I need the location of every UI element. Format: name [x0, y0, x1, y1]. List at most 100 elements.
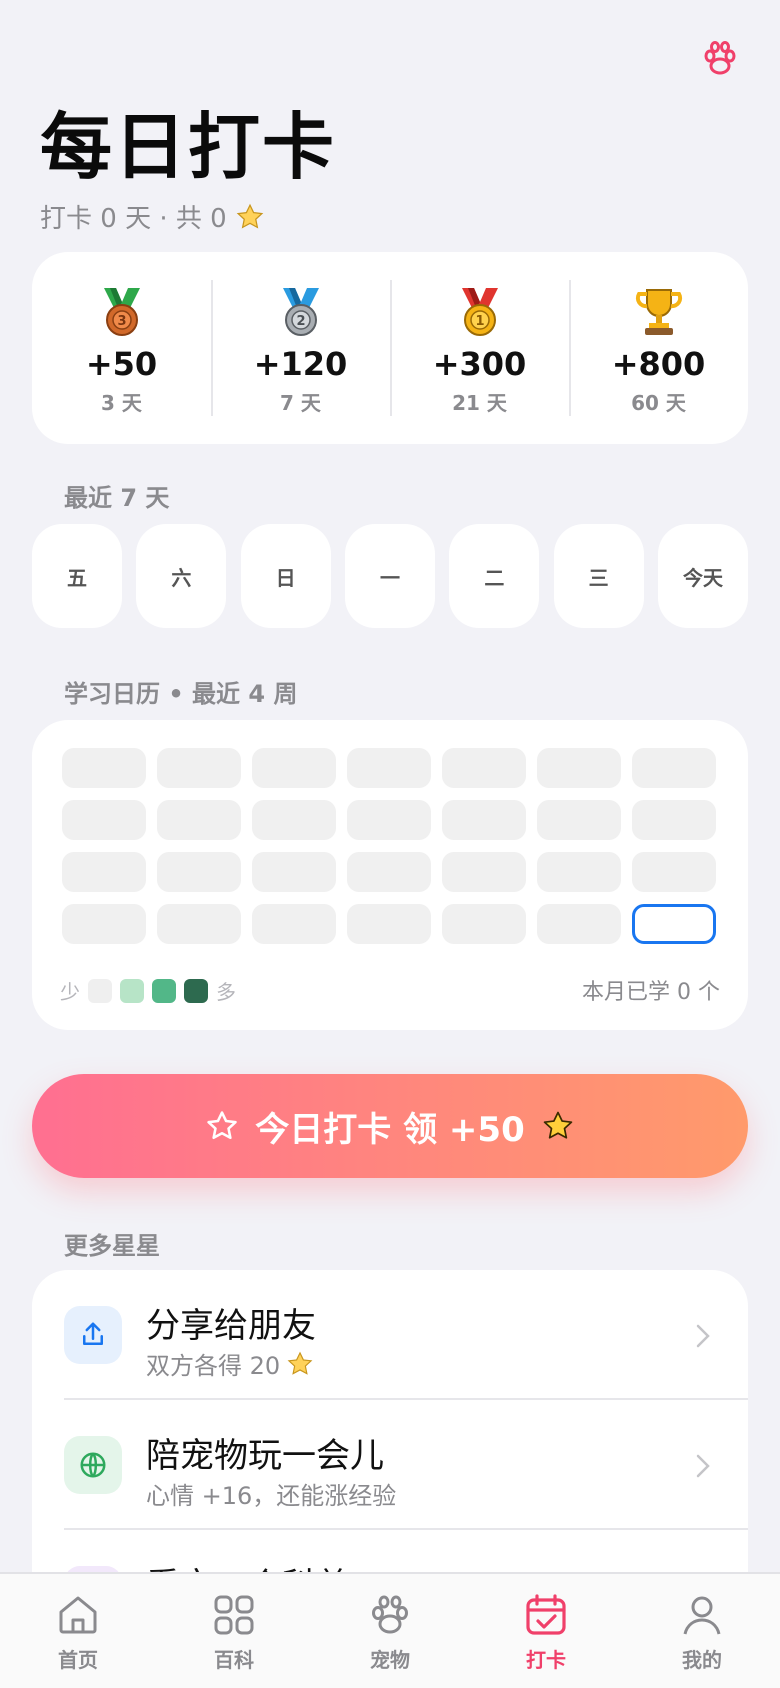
recent-days-label: 最近 7 天 [64, 484, 170, 512]
calendar-cell[interactable] [252, 852, 336, 892]
star-outline-icon [207, 1111, 237, 1140]
calendar-cell[interactable] [632, 852, 716, 892]
study-calendar-card: 少 多 本月已学 0 个 [32, 720, 748, 1030]
calendar-cell[interactable] [252, 800, 336, 840]
tab-label: 打卡 [526, 1648, 566, 1672]
legend-swatch [184, 978, 208, 1003]
list-item-subtitle-text: 双方各得 20 [146, 1352, 281, 1380]
calendar-cell[interactable] [62, 800, 146, 840]
day-chip[interactable]: 日 [240, 524, 331, 628]
reward-points: +800 [611, 345, 706, 383]
calendar-cell[interactable] [537, 852, 621, 892]
reward-points: +120 [253, 345, 348, 383]
reward-milestone: 2 +120 7 天 [211, 252, 390, 444]
calendar-cell[interactable] [62, 852, 146, 892]
calendar-cell[interactable] [442, 904, 526, 944]
reward-milestone: 1 +300 21 天 [390, 252, 569, 444]
calendar-cell[interactable] [347, 800, 431, 840]
legend-less: 少 [60, 980, 80, 1004]
list-item-subtitle: 双方各得 20 [146, 1346, 314, 1381]
month-count: 本月已学 0 个 [582, 980, 720, 1005]
page-title: 每日打卡 [40, 105, 337, 189]
calendar-cell[interactable] [442, 852, 526, 892]
more-stars-label: 更多星星 [64, 1232, 160, 1260]
streak-text: 打卡 0 天 · 共 0 [40, 204, 227, 234]
list-item-share[interactable]: 分享给朋友 双方各得 20 [32, 1270, 748, 1400]
reward-points: +50 [85, 345, 158, 383]
home-icon [59, 1596, 97, 1634]
globe-icon [64, 1436, 122, 1494]
reward-days: 3 天 [101, 390, 142, 415]
list-item-play-pet[interactable]: 陪宠物玩一会儿 心情 +16，还能涨经验 [32, 1400, 748, 1530]
day-chip[interactable]: 三 [553, 524, 644, 628]
tab-encyclopedia[interactable]: 百科 [156, 1574, 312, 1688]
day-chip[interactable]: 五 [32, 524, 122, 628]
day-chip[interactable]: 二 [449, 524, 540, 628]
calendar-cell-today[interactable] [632, 904, 716, 944]
calendar-cell[interactable] [537, 800, 621, 840]
paw-icon[interactable] [700, 38, 740, 78]
calendar-cell[interactable] [157, 748, 241, 788]
silver-medal-icon: 2 [282, 288, 319, 336]
star-icon [236, 203, 263, 229]
list-item-subtitle: 心情 +16，还能涨经验 [146, 1482, 397, 1510]
calendar-cell[interactable] [252, 748, 336, 788]
calendar-cell[interactable] [347, 748, 431, 788]
calendar-cell[interactable] [62, 904, 146, 944]
reward-milestone: 3 +50 3 天 [32, 252, 211, 444]
reward-points: +300 [432, 345, 527, 383]
reward-milestone: +800 60 天 [569, 252, 748, 444]
calendar-cell[interactable] [157, 800, 241, 840]
tab-me[interactable]: 我的 [624, 1574, 780, 1688]
calendar-legend: 少 多 [60, 976, 236, 1005]
streak-summary: 打卡 0 天 · 共 0 [40, 198, 265, 235]
milestone-rewards-card: 3 +50 3 天 2 +120 7 天 1 +300 21 天 +800 60… [32, 252, 748, 444]
calendar-cell[interactable] [442, 800, 526, 840]
tab-label: 百科 [214, 1648, 254, 1672]
star-icon [287, 1351, 313, 1375]
reward-days: 21 天 [452, 390, 507, 415]
calendar-cell[interactable] [157, 904, 241, 944]
trophy-icon [635, 289, 682, 335]
user-icon [683, 1596, 721, 1635]
calendar-grid [62, 748, 716, 944]
calendar-cell[interactable] [537, 904, 621, 944]
star-icon [543, 1111, 573, 1139]
legend-more: 多 [216, 980, 236, 1004]
calendar-cell[interactable] [252, 904, 336, 944]
checkin-button[interactable]: 今日打卡 领 +50 [32, 1074, 748, 1178]
reward-days: 7 天 [280, 390, 321, 415]
reward-days: 60 天 [631, 390, 686, 415]
calendar-cell[interactable] [442, 748, 526, 788]
calendar-cell[interactable] [347, 852, 431, 892]
calendar-check-icon [526, 1594, 566, 1635]
calendar-cell[interactable] [537, 748, 621, 788]
tab-checkin[interactable]: 打卡 [468, 1574, 624, 1688]
tab-pet[interactable]: 宠物 [312, 1574, 468, 1688]
gold-medal-icon: 1 [461, 288, 498, 336]
paw-icon [372, 1595, 408, 1634]
calendar-cell[interactable] [347, 904, 431, 944]
list-item-title: 陪宠物玩一会儿 [146, 1436, 384, 1476]
list-item-title: 分享给朋友 [146, 1306, 316, 1346]
bottom-tab-bar: 首页 百科 宠物 打卡 我的 [0, 1572, 780, 1688]
tab-label: 首页 [58, 1648, 98, 1672]
calendar-label: 学习日历 • 最近 4 周 [64, 680, 298, 708]
legend-swatch [152, 978, 176, 1003]
calendar-cell[interactable] [62, 748, 146, 788]
calendar-cell[interactable] [632, 800, 716, 840]
legend-swatch [88, 978, 112, 1003]
day-chip[interactable]: 一 [344, 524, 435, 628]
day-chip-today[interactable]: 今天 [657, 524, 748, 628]
tab-label: 我的 [682, 1648, 722, 1672]
bronze-medal-icon: 3 [103, 288, 140, 336]
legend-swatch [120, 978, 144, 1003]
calendar-cell[interactable] [157, 852, 241, 892]
svg-text:3: 3 [117, 314, 126, 329]
tab-home[interactable]: 首页 [0, 1574, 156, 1688]
calendar-cell[interactable] [632, 748, 716, 788]
chevron-right-icon [696, 1324, 710, 1348]
day-chip[interactable]: 六 [136, 524, 227, 628]
recent-days-row: 五 六 日 一 二 三 今天 [32, 524, 748, 628]
grid-icon [214, 1595, 254, 1635]
